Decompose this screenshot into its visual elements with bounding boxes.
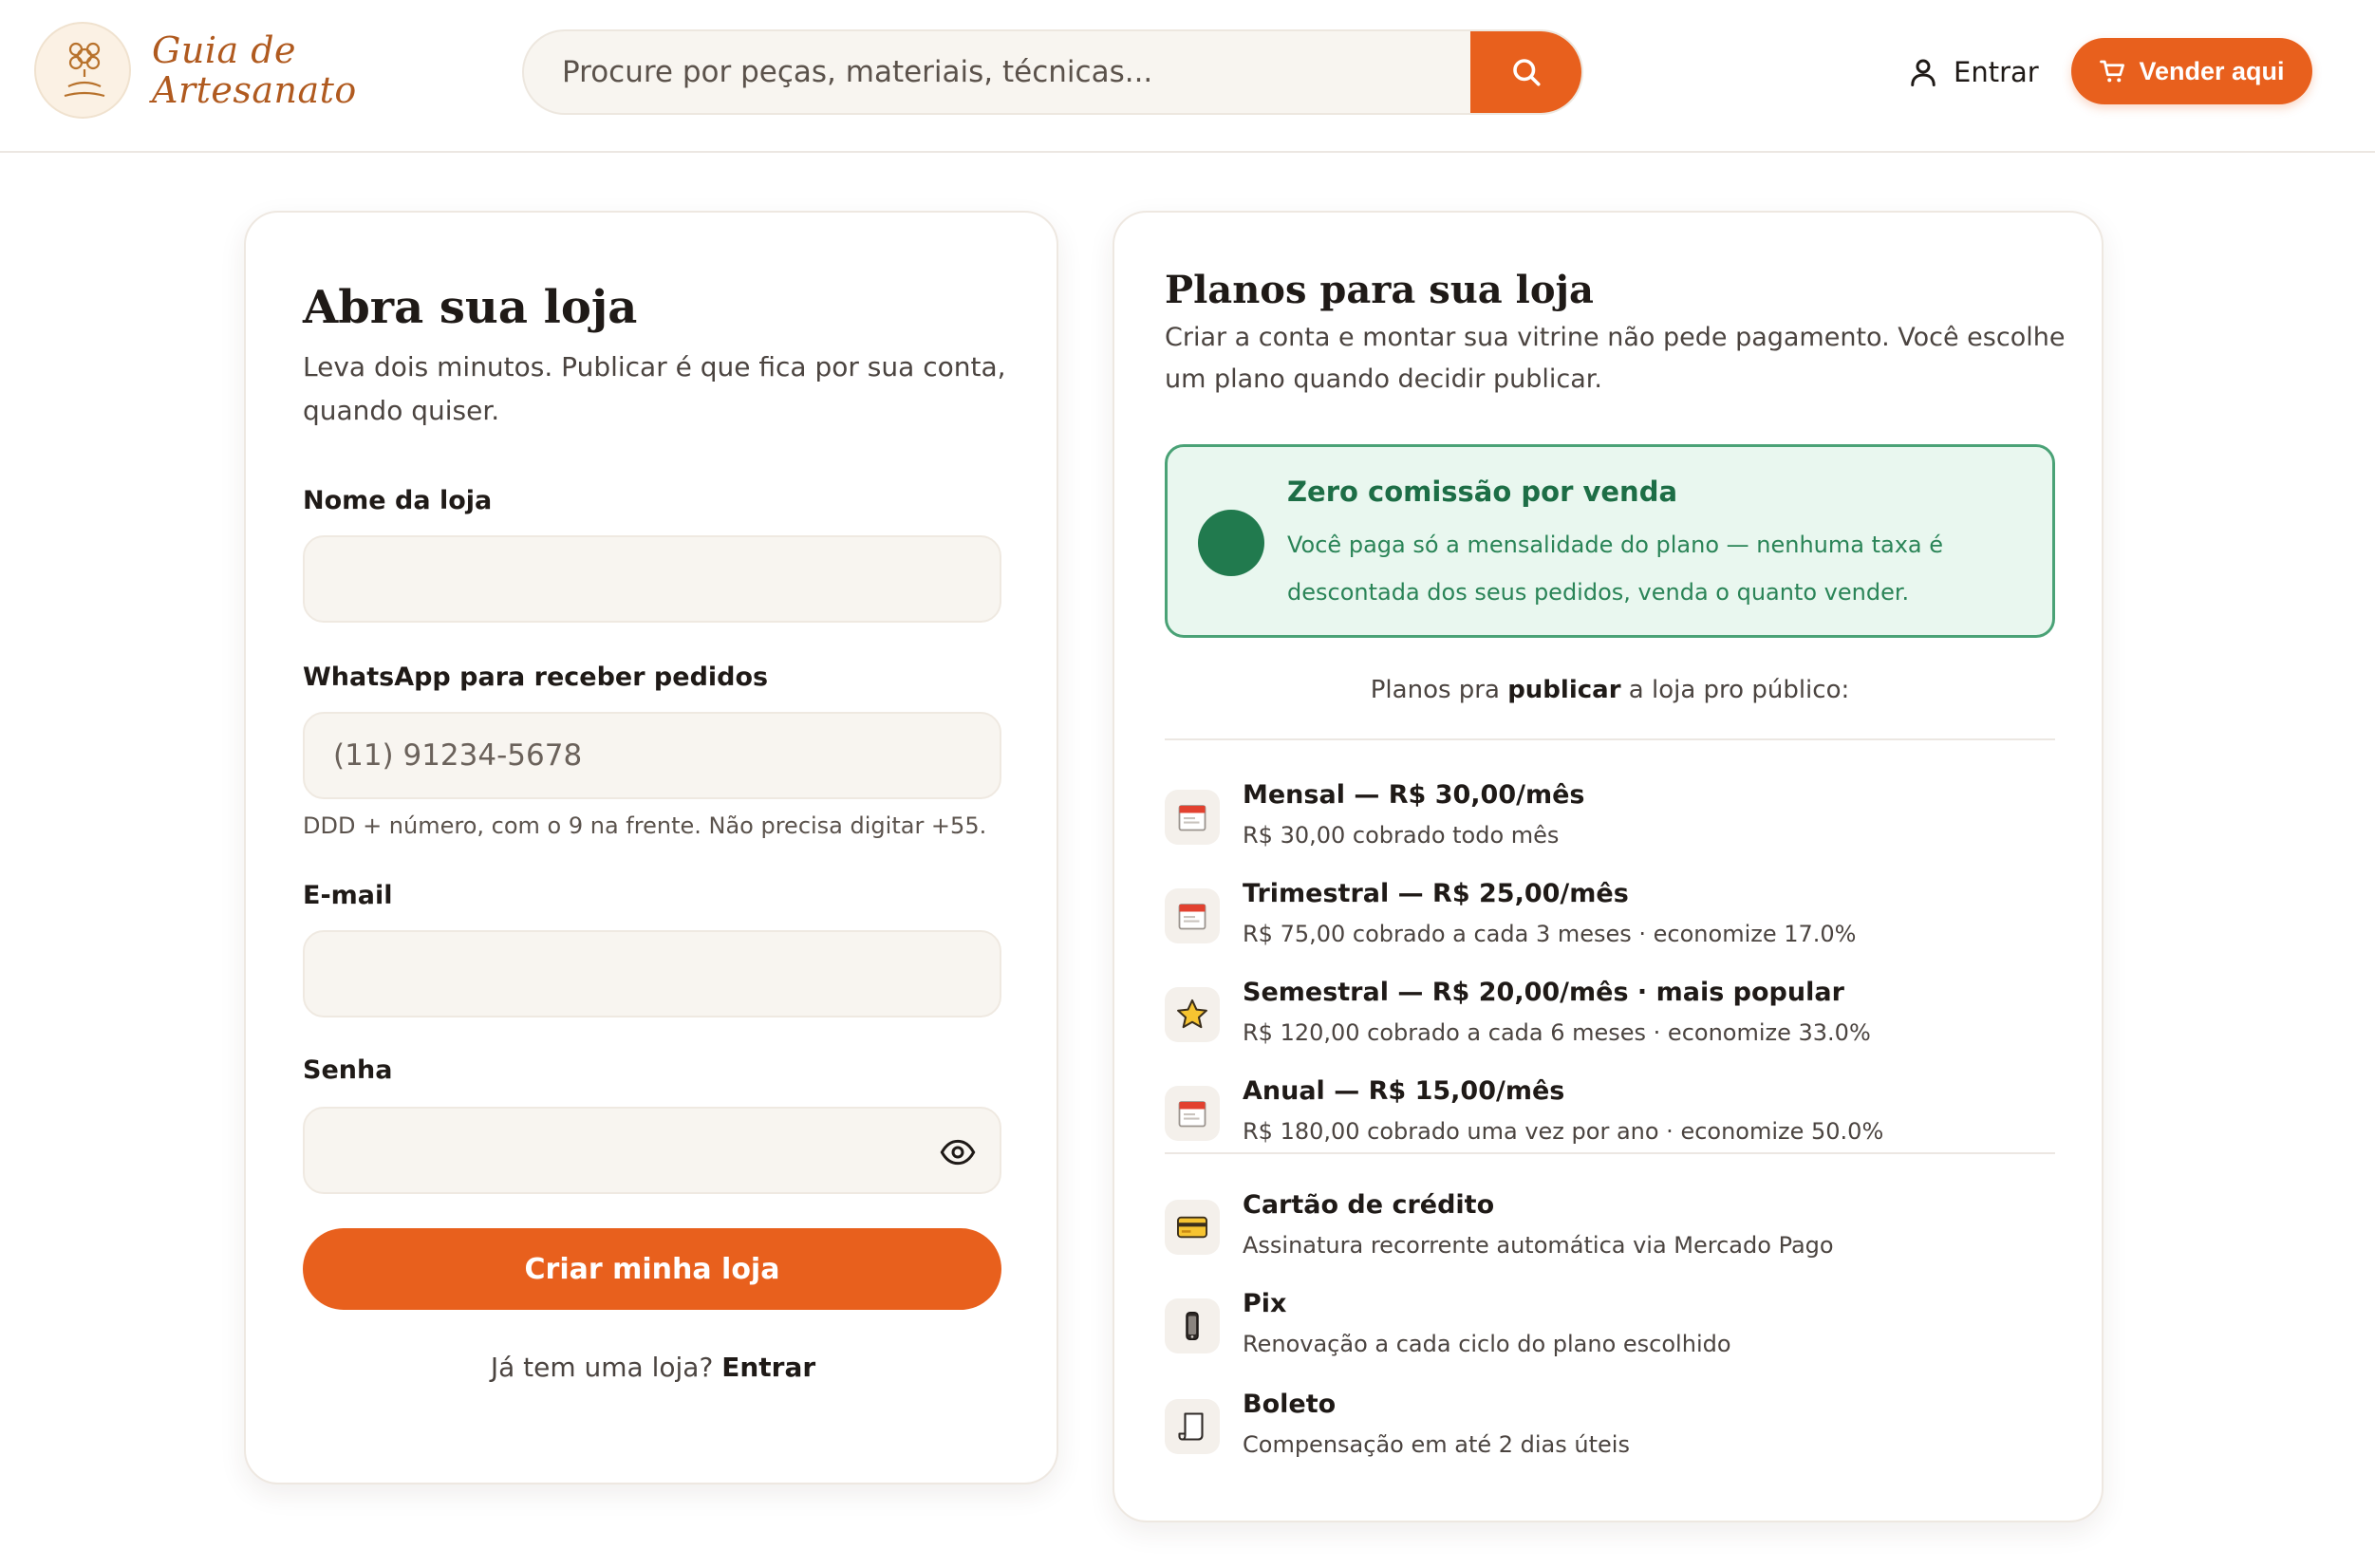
logo-line-1: Guia de: [152, 29, 297, 71]
promo-text-line-2: descontada dos seus pedidos, venda o qua…: [1287, 579, 1910, 606]
plans-subtitle-line-1: Criar a conta e montar sua vitrine não p…: [1165, 323, 2066, 352]
plan-desc: R$ 75,00 cobrado a cada 3 meses · econom…: [1243, 921, 1857, 947]
credit-card-icon: [1165, 1200, 1220, 1255]
promo-dot-icon: [1198, 510, 1264, 576]
payment-desc: Assinatura recorrente automática via Mer…: [1243, 1232, 1834, 1259]
calendar-icon: [1165, 1086, 1220, 1141]
plan-row-trimestral[interactable]: Trimestral — R$ 25,00/mês R$ 75,00 cobra…: [1165, 879, 2055, 964]
plan-desc: R$ 180,00 cobrado uma vez por ano · econ…: [1243, 1118, 1884, 1145]
plans-title: Planos para sua loja: [1165, 268, 1594, 312]
payment-row-pix: Pix Renovação a cada ciclo do plano esco…: [1165, 1289, 2055, 1374]
plans-subtitle-line-2: um plano quando decidir publicar.: [1165, 364, 1602, 394]
create-store-label: Criar minha loja: [524, 1252, 780, 1286]
email-label: E-mail: [303, 881, 393, 910]
plan-title: Mensal — R$ 30,00/mês: [1243, 780, 1585, 810]
plan-row-semestral[interactable]: Semestral — R$ 20,00/mês · mais popular …: [1165, 978, 2055, 1063]
search-bar: [522, 29, 1583, 115]
password-input[interactable]: [305, 1109, 1000, 1192]
store-name-input[interactable]: [305, 537, 1000, 621]
have-store-text: Já tem uma loja?: [490, 1352, 714, 1383]
search-input[interactable]: [524, 31, 1470, 113]
plans-divider-top: [1165, 738, 2055, 740]
email-field-wrap: [303, 930, 1001, 1017]
plan-title: Anual — R$ 15,00/mês: [1243, 1076, 1565, 1106]
create-store-button[interactable]: Criar minha loja: [303, 1228, 1001, 1310]
plans-divider-bottom: [1165, 1152, 2055, 1154]
sell-here-label: Vender aqui: [2139, 56, 2285, 85]
plans-caption-pre: Planos pra: [1370, 676, 1500, 704]
have-store-line: Já tem uma loja? Entrar: [246, 1352, 1060, 1383]
plans-caption-bold: publicar: [1507, 676, 1621, 704]
logo-wordmark: Guia de Artesanato: [152, 32, 357, 108]
plan-row-anual[interactable]: Anual — R$ 15,00/mês R$ 180,00 cobrado u…: [1165, 1076, 2055, 1162]
payment-desc: Compensação em até 2 dias úteis: [1243, 1431, 1630, 1458]
whatsapp-input[interactable]: [305, 714, 1000, 797]
show-password-eye-icon[interactable]: [939, 1133, 977, 1175]
signup-subtitle-line-1: Leva dois minutos. Publicar é que fica p…: [303, 351, 1006, 383]
site-logo[interactable]: Guia de Artesanato: [34, 21, 357, 120]
calendar-icon: [1165, 790, 1220, 845]
whatsapp-field-wrap: [303, 712, 1001, 799]
payment-title: Cartão de crédito: [1243, 1190, 1495, 1220]
whatsapp-hint: DDD + número, com o 9 na frente. Não pre…: [303, 812, 987, 839]
plans-caption-post: a loja pro público:: [1628, 676, 1850, 704]
promo-title: Zero comissão por venda: [1287, 476, 1678, 508]
plan-title: Trimestral — R$ 25,00/mês: [1243, 879, 1629, 908]
password-label: Senha: [303, 1055, 393, 1085]
whatsapp-label: WhatsApp para receber pedidos: [303, 663, 769, 692]
plan-desc: R$ 30,00 cobrado todo mês: [1243, 822, 1560, 849]
store-name-field-wrap: [303, 535, 1001, 623]
sell-here-button[interactable]: Vender aqui: [2071, 38, 2312, 104]
promo-text-line-1: Você paga só a mensalidade do plano — ne…: [1287, 532, 1944, 558]
email-input[interactable]: [305, 932, 1000, 1016]
have-store-login-link[interactable]: Entrar: [721, 1352, 815, 1383]
plans-card: Planos para sua loja Criar a conta e mon…: [1113, 211, 2104, 1522]
payment-row-credit-card: Cartão de crédito Assinatura recorrente …: [1165, 1190, 2055, 1276]
search-icon: [1512, 59, 1541, 86]
signup-title: Abra sua loja: [303, 281, 638, 334]
zero-commission-banner: Zero comissão por venda Você paga só a m…: [1165, 444, 2055, 638]
receipt-icon: [1165, 1399, 1220, 1454]
store-name-label: Nome da loja: [303, 486, 493, 515]
payment-desc: Renovação a cada ciclo do plano escolhid…: [1243, 1331, 1731, 1357]
payment-title: Pix: [1243, 1289, 1287, 1318]
promo-text: Você paga só a mensalidade do plano — ne…: [1287, 521, 1971, 616]
plan-row-mensal[interactable]: Mensal — R$ 30,00/mês R$ 30,00 cobrado t…: [1165, 780, 2055, 866]
star-icon: [1165, 987, 1220, 1042]
header-login-label: Entrar: [1954, 56, 2039, 88]
site-header: Guia de Artesanato Entrar Vender aqui: [0, 0, 2375, 153]
phone-icon: [1165, 1298, 1220, 1353]
header-login-link[interactable]: Entrar: [1906, 47, 2039, 97]
search-button[interactable]: [1470, 31, 1581, 113]
signup-card: Abra sua loja Leva dois minutos. Publica…: [244, 211, 1058, 1484]
payment-title: Boleto: [1243, 1390, 1337, 1419]
plan-title: Semestral — R$ 20,00/mês · mais popular: [1243, 978, 1844, 1007]
payment-row-boleto: Boleto Compensação em até 2 dias úteis: [1165, 1390, 2055, 1475]
calendar-icon: [1165, 888, 1220, 943]
plans-subtitle: Criar a conta e montar sua vitrine não p…: [1165, 317, 2076, 401]
signup-subtitle: Leva dois minutos. Publicar é que fica p…: [303, 345, 1024, 433]
logo-line-2: Artesanato: [152, 69, 357, 111]
plans-caption: Planos pra publicar a loja pro público:: [1114, 676, 2105, 704]
logo-emblem-icon: [34, 22, 131, 119]
password-field-wrap: [303, 1107, 1001, 1194]
plan-desc: R$ 120,00 cobrado a cada 6 meses · econo…: [1243, 1019, 1871, 1046]
cart-icon: [2100, 60, 2125, 83]
user-icon: [1911, 59, 1936, 86]
signup-subtitle-line-2: quando quiser.: [303, 395, 500, 426]
